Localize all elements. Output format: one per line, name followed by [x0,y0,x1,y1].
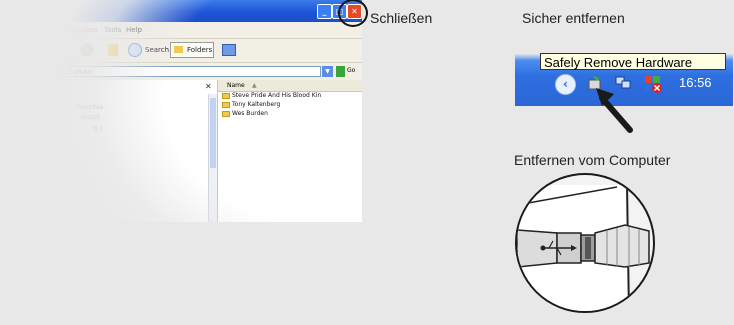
tree-item-search[interactable]: Search [80,114,101,121]
window-title: Music [42,4,72,14]
explorer-titlebar: Music _ □ ✕ [0,0,362,22]
security-center-icon[interactable] [643,74,663,94]
file-name: Wes Burden [232,110,268,117]
folders-button[interactable]: Folders [187,43,212,58]
back-button[interactable]: Back [47,43,64,58]
menu-view[interactable]: View [42,26,59,34]
minimize-button[interactable]: _ [317,4,332,19]
forward-arrow-icon[interactable] [80,43,94,57]
list-item[interactable]: Wes Burden [222,110,268,117]
remove-from-computer-label: Entfernen vom Computer [514,152,671,168]
column-name[interactable]: Name [227,80,245,91]
address-value: E:\Music [68,69,93,76]
list-item[interactable]: Steve Pride And His Blood Kin [222,92,321,99]
standard-toolbar: Back Search Folders [0,38,362,62]
folders-pane: ✕ Favorites Search (E:) [0,80,218,222]
folder-icon [222,92,230,99]
up-folder-icon[interactable] [108,44,118,56]
close-highlight-ring [338,0,368,27]
menu-bar: File Edit View Favorites Tools Help [0,22,362,38]
usb-illustration [515,173,655,313]
tray-tooltip: Safely Remove Hardware [540,53,726,70]
file-name: Steve Pride And His Blood Kin [232,92,322,99]
folders-scrollbar[interactable] [208,94,217,222]
menu-help[interactable]: Help [126,26,142,34]
folder-icon [222,101,230,108]
address-input[interactable]: E:\Music [53,66,321,77]
menu-edit[interactable]: Edit [21,26,35,34]
file-list: Name ▲ Steve Pride And His Blood Kin Ton… [218,80,362,222]
folder-icon [222,110,230,117]
close-callout-label: Schließen [370,10,433,26]
search-icon[interactable] [128,43,142,57]
explorer-window: Music _ □ ✕ File Edit View Favorites Too… [0,0,365,222]
address-dropdown-icon[interactable]: ▼ [322,66,333,77]
go-button[interactable]: Go [347,67,355,74]
folders-icon [174,46,183,53]
pointer-arrow-icon [596,88,633,133]
safely-remove-callout-label: Sicher entfernen [522,10,625,26]
menu-favorites[interactable]: Favorites [66,26,98,34]
tree-item-drive[interactable]: (E:) [92,126,103,133]
views-icon[interactable] [222,44,236,56]
back-arrow-icon[interactable] [30,43,44,57]
usb-plug-drawing [517,184,650,311]
menu-tools[interactable]: Tools [104,26,121,34]
search-button[interactable]: Search [145,43,169,58]
tree-item-favorites[interactable]: Favorites [76,104,103,111]
scroll-thumb[interactable] [210,98,216,168]
column-header[interactable]: Name ▲ [218,80,362,92]
sort-ascending-icon: ▲ [252,82,257,89]
folder-icon [29,6,40,16]
tray-clock[interactable]: 16:56 [679,75,712,90]
menu-file[interactable]: File [5,26,17,34]
folders-pane-close-icon[interactable]: ✕ [205,82,212,91]
go-arrow-icon[interactable] [336,66,345,77]
file-name: Tony Kaltenberg [232,101,281,108]
address-folder-icon [57,69,65,75]
tray-expand-icon[interactable]: ‹ [555,74,576,95]
list-item[interactable]: Tony Kaltenberg [222,101,280,108]
address-bar: E:\Music ▼ Go [0,62,362,80]
